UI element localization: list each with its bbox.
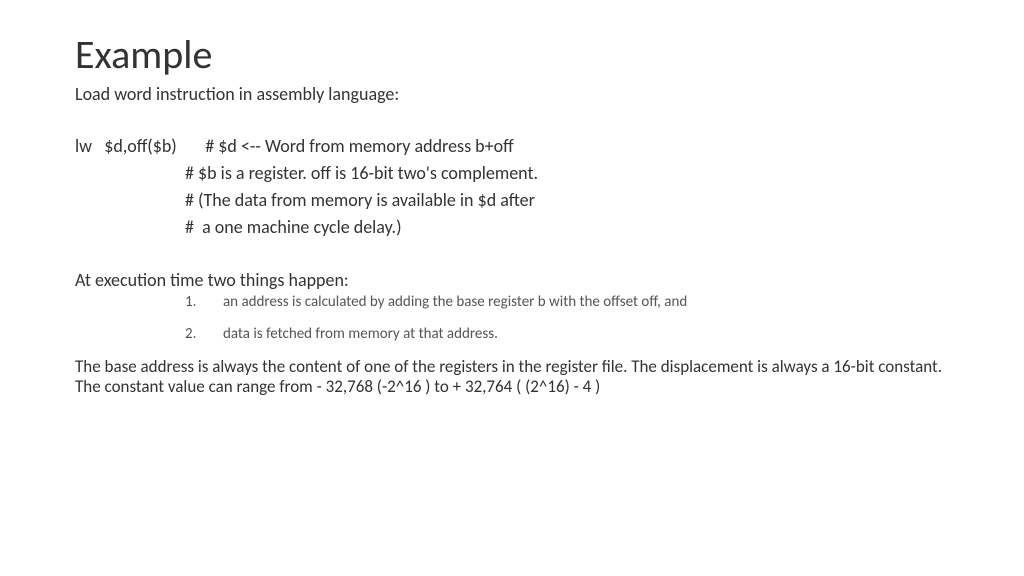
- section-heading: At execution time two things happen:: [75, 269, 949, 291]
- list-item: 1. an address is calculated by adding th…: [185, 293, 949, 311]
- list-text: data is fetched from memory at that addr…: [223, 325, 498, 343]
- slide-subtitle: Load word instruction in assembly langua…: [75, 83, 949, 105]
- list-text: an address is calculated by adding the b…: [223, 293, 687, 311]
- ordered-list: 1. an address is calculated by adding th…: [75, 293, 949, 343]
- slide-title: Example: [75, 30, 949, 79]
- list-item: 2. data is fetched from memory at that a…: [185, 325, 949, 343]
- body-paragraph: The base address is always the content o…: [75, 357, 949, 398]
- code-line-3: # (The data from memory is available in …: [75, 187, 949, 214]
- code-line-4: # a one machine cycle delay.): [75, 214, 949, 241]
- list-number: 1.: [185, 293, 223, 311]
- list-number: 2.: [185, 325, 223, 343]
- code-line-2: # $b is a register. off is 16-bit two's …: [75, 160, 949, 187]
- code-line-1: lw $d,off($b) # $d <-- Word from memory …: [75, 133, 949, 160]
